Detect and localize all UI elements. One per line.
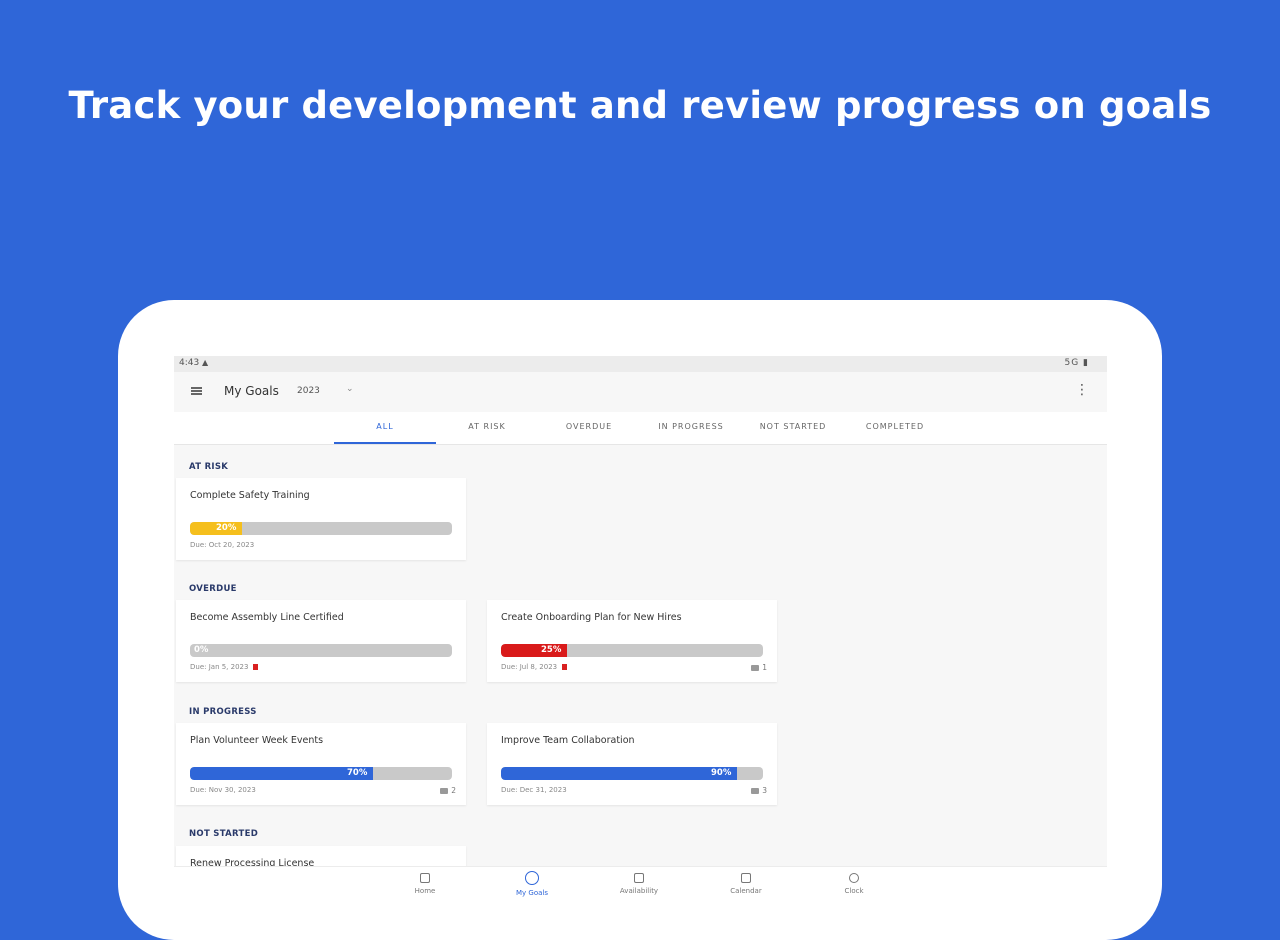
goal-title: Become Assembly Line Certified — [190, 612, 344, 623]
nav-label: My Goals — [516, 889, 548, 897]
nav-label: Calendar — [730, 887, 762, 895]
due-date: Due: Oct 20, 2023 — [190, 541, 254, 549]
progress-bar: 70% — [190, 767, 452, 780]
section-overdue: OVERDUE — [189, 584, 237, 594]
nav-home[interactable]: Home — [395, 873, 455, 895]
nav-clock[interactable]: Clock — [824, 873, 884, 895]
comment-number: 3 — [762, 786, 767, 795]
more-options-icon[interactable]: ⋮ — [1075, 382, 1089, 398]
nav-label: Availability — [619, 887, 659, 895]
progress-fill — [501, 767, 737, 780]
progress-bar: 0% — [190, 644, 452, 657]
tab-not-started[interactable]: NOT STARTED — [742, 412, 844, 442]
comment-icon — [751, 788, 760, 794]
status-time: 4:43 — [179, 358, 200, 368]
comment-number: 2 — [451, 786, 456, 795]
tab-in-progress[interactable]: IN PROGRESS — [640, 412, 742, 442]
headline: Track your development and review progre… — [68, 84, 1212, 127]
goal-title: Create Onboarding Plan for New Hires — [501, 612, 682, 623]
section-in-progress: IN PROGRESS — [189, 707, 257, 717]
comment-count[interactable]: 2 — [440, 786, 456, 795]
goal-card[interactable]: Become Assembly Line Certified 0% Due: J… — [176, 600, 466, 682]
app-bar: My Goals 2023 ⌄ ⋮ — [174, 372, 1107, 412]
nav-availability[interactable]: Availability — [609, 873, 669, 895]
bottom-navigation: Home My Goals Availability Calendar Cloc… — [174, 866, 1107, 900]
overdue-flag-icon — [562, 664, 568, 670]
comment-number: 1 — [762, 663, 767, 672]
overdue-flag-icon — [253, 664, 259, 670]
goals-icon — [525, 871, 539, 885]
section-not-started: NOT STARTED — [189, 829, 259, 839]
nav-my-goals[interactable]: My Goals — [502, 871, 562, 897]
chevron-down-icon[interactable]: ⌄ — [346, 384, 354, 394]
nav-label: Home — [414, 887, 436, 895]
goal-title: Plan Volunteer Week Events — [190, 735, 324, 746]
comment-count[interactable]: 1 — [751, 663, 767, 672]
app-screen: 4:43 ▲ 5G ▮ My Goals 2023 ⌄ ⋮ ALL AT RIS… — [174, 356, 1107, 900]
goal-card[interactable]: Improve Team Collaboration 90% Due: Dec … — [487, 723, 777, 805]
availability-icon — [634, 873, 644, 883]
filter-tabs: ALL AT RISK OVERDUE IN PROGRESS NOT STAR… — [174, 412, 1107, 445]
comment-icon — [440, 788, 449, 794]
progress-label: 70% — [347, 768, 368, 778]
due-date: Due: Nov 30, 2023 — [190, 786, 256, 794]
goal-card[interactable]: Create Onboarding Plan for New Hires 25%… — [487, 600, 777, 682]
due-text: Due: Dec 31, 2023 — [501, 786, 567, 794]
menu-icon[interactable] — [191, 387, 202, 395]
nav-calendar[interactable]: Calendar — [716, 873, 776, 895]
nav-label: Clock — [844, 887, 864, 895]
comment-count[interactable]: 3 — [751, 786, 767, 795]
year-selector[interactable]: 2023 — [297, 386, 320, 396]
due-text: Due: Oct 20, 2023 — [190, 541, 255, 549]
home-icon — [420, 873, 430, 883]
goal-card[interactable]: Complete Safety Training 20% Due: Oct 20… — [176, 478, 466, 560]
tab-all[interactable]: ALL — [334, 412, 436, 444]
tab-at-risk[interactable]: AT RISK — [436, 412, 538, 442]
progress-bar: 90% — [501, 767, 763, 780]
tab-overdue[interactable]: OVERDUE — [538, 412, 640, 442]
progress-label: 25% — [541, 645, 562, 655]
due-date: Due: Dec 31, 2023 — [501, 786, 567, 794]
clock-icon — [849, 873, 859, 883]
due-date: Due: Jul 8, 2023 — [501, 663, 568, 671]
progress-fill — [190, 767, 373, 780]
warning-icon: ▲ — [202, 358, 209, 367]
comment-icon — [751, 665, 760, 671]
progress-label: 0% — [194, 645, 209, 655]
status-bar: 4:43 ▲ 5G ▮ — [174, 356, 1107, 372]
due-text: Due: Jul 8, 2023 — [501, 663, 558, 671]
goal-title: Complete Safety Training — [190, 490, 310, 501]
goal-title: Improve Team Collaboration — [501, 735, 635, 746]
goal-card[interactable]: Plan Volunteer Week Events 70% Due: Nov … — [176, 723, 466, 805]
due-text: Due: Nov 30, 2023 — [190, 786, 256, 794]
progress-label: 90% — [711, 768, 732, 778]
progress-bar: 20% — [190, 522, 452, 535]
due-text: Due: Jan 5, 2023 — [190, 663, 249, 671]
progress-bar: 25% — [501, 644, 763, 657]
section-at-risk: AT RISK — [189, 462, 229, 472]
status-right: 5G ▮ — [1064, 358, 1089, 368]
due-date: Due: Jan 5, 2023 — [190, 663, 259, 671]
tab-completed[interactable]: COMPLETED — [844, 412, 946, 442]
progress-label: 20% — [216, 523, 237, 533]
page-title: My Goals — [224, 384, 279, 398]
calendar-icon — [741, 873, 751, 883]
